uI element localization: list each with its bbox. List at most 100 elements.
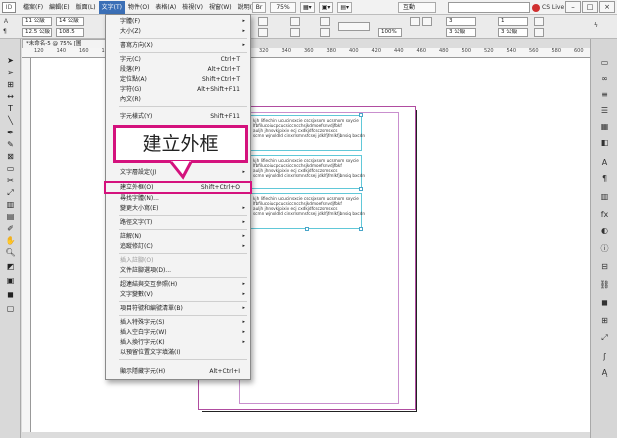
- pen-tool-icon[interactable]: ✒: [4, 127, 17, 138]
- leading-field[interactable]: 14 公級: [56, 17, 84, 26]
- menu-item-track-changes[interactable]: 追蹤修訂(C) ▸: [106, 242, 250, 251]
- screen-mode-icon[interactable]: ▢: [4, 303, 17, 314]
- menu-item-tabs[interactable]: 定位點(A) Shift+Ctrl+T: [106, 75, 250, 84]
- frame-fit-icon[interactable]: [534, 17, 544, 26]
- info-panel-icon[interactable]: ⓘ: [598, 243, 611, 253]
- effects-panel-icon[interactable]: fx: [598, 209, 611, 219]
- frame-handle[interactable]: [359, 113, 363, 117]
- menu-item-size[interactable]: 大小(Z) ▸: [106, 27, 250, 36]
- tracking-field[interactable]: 12.5 公級: [22, 28, 52, 37]
- menu-file[interactable]: 檔案(F): [20, 1, 46, 14]
- script-panel-icon[interactable]: ʃ: [598, 351, 611, 361]
- rectangle-tool-icon[interactable]: ▭: [4, 163, 17, 174]
- menu-type[interactable]: 文字(T): [98, 0, 126, 14]
- lightning-icon[interactable]: ϟ: [594, 21, 598, 30]
- frame-handle[interactable]: [359, 187, 363, 191]
- search-input[interactable]: [448, 2, 530, 13]
- text-frame[interactable]: kjh lifiechin ucucinsxcie cscsjxsxm ucsm…: [250, 193, 365, 229]
- menu-item-create-outlines[interactable]: 建立外框(O) Shift+Ctrl+O: [104, 181, 252, 194]
- menu-item-character-styles[interactable]: 字元樣式(Y) Shift+F11: [106, 112, 250, 121]
- kerning-field[interactable]: 108.5: [56, 28, 84, 37]
- align-center-icon[interactable]: [258, 28, 268, 37]
- menu-edit[interactable]: 編輯(E): [46, 1, 72, 14]
- menu-item-font[interactable]: 字體(F) ▸: [106, 17, 250, 26]
- columns-icon[interactable]: [422, 17, 432, 26]
- eyedropper-tool-icon[interactable]: ✐: [4, 223, 17, 234]
- pencil-tool-icon[interactable]: ✎: [4, 139, 17, 150]
- char-styles-panel-icon[interactable]: A: [598, 157, 611, 167]
- hand-tool-icon[interactable]: ✋: [4, 235, 17, 246]
- selection-tool-icon[interactable]: ➤: [4, 55, 17, 66]
- type-tool-icon[interactable]: T: [4, 103, 17, 114]
- object-styles-panel-icon[interactable]: ◼: [598, 297, 611, 307]
- table-panel-icon[interactable]: ⊞: [598, 315, 611, 325]
- menu-item-hyperlinks[interactable]: 超連結與交互參照(H) ▸: [106, 280, 250, 289]
- scissors-tool-icon[interactable]: ✂: [4, 175, 17, 186]
- cs-live[interactable]: CS Live: [532, 2, 564, 13]
- menu-item-insert-white-space[interactable]: 插入空白字元(W) ▸: [106, 328, 250, 337]
- minimize-button[interactable]: –: [565, 1, 581, 13]
- formatting-affects-icon[interactable]: ▣: [4, 275, 17, 286]
- menu-item-insert-footnote[interactable]: 插入註腳(O): [106, 256, 250, 265]
- menu-view[interactable]: 檢視(V): [179, 1, 206, 14]
- para-styles-panel-icon[interactable]: ¶: [598, 173, 611, 183]
- stroke-swatch-icon[interactable]: [320, 28, 330, 37]
- stroke-pct-field[interactable]: 100%: [378, 28, 402, 37]
- menu-item-insert-special-char[interactable]: 插入特殊字元(S) ▸: [106, 318, 250, 327]
- align-left-icon[interactable]: [258, 17, 268, 26]
- stroke-width-field[interactable]: 3 公級: [446, 28, 476, 37]
- menu-item-type-on-path[interactable]: 路徑文字(T) ▸: [106, 218, 250, 227]
- arrange-button[interactable]: ▤▾: [337, 1, 353, 13]
- free-transform-tool-icon[interactable]: ⤢: [4, 187, 17, 198]
- frame-handle[interactable]: [305, 227, 309, 231]
- menu-window[interactable]: 視窗(W): [206, 1, 235, 14]
- zoom-select[interactable]: 75%: [270, 1, 296, 13]
- gradient-panel-icon[interactable]: ◐: [598, 225, 611, 235]
- number-field-b[interactable]: 3 公級: [498, 28, 528, 37]
- indent-icon[interactable]: [290, 28, 300, 37]
- zoom-tool-icon[interactable]: 🔍︎: [4, 247, 17, 258]
- text-frame[interactable]: kjh lifiechin ucucinsxcie cscsjxsxm ucsm…: [250, 155, 365, 189]
- note-tool-icon[interactable]: ▤: [4, 211, 17, 222]
- menu-item-paragraph[interactable]: 段落(P) Alt+Ctrl+T: [106, 65, 250, 74]
- pages-panel-icon[interactable]: ▭: [598, 57, 611, 67]
- apply-color-icon[interactable]: ◼: [4, 289, 17, 300]
- workspace-switcher[interactable]: 互動: [398, 2, 436, 13]
- para-mode-icon[interactable]: ¶: [3, 27, 7, 36]
- rectangle-frame-tool-icon[interactable]: ⊠: [4, 151, 17, 162]
- menu-item-insert-break[interactable]: 插入換行字元(K) ▸: [106, 338, 250, 347]
- gradient-tool-icon[interactable]: ▥: [4, 199, 17, 210]
- char-mode-icon[interactable]: Ａ: [3, 17, 9, 26]
- line-tool-icon[interactable]: ╲: [4, 115, 17, 126]
- links-panel-icon[interactable]: ∞: [598, 73, 611, 83]
- frame-center-icon[interactable]: [534, 28, 544, 37]
- glyphs-panel-icon[interactable]: Ą: [598, 367, 611, 377]
- font-size-field[interactable]: 11 公級: [22, 17, 52, 26]
- maximize-button[interactable]: □: [582, 1, 598, 13]
- fill-stroke-icon[interactable]: ◩: [4, 261, 17, 272]
- text-frame[interactable]: kjh lifiechin ucucinsxcie cscsjxsxm ucsm…: [250, 115, 365, 151]
- frame-handle[interactable]: [359, 227, 363, 231]
- screen-mode-button[interactable]: ▣▾: [318, 1, 334, 13]
- menu-item-text-variables[interactable]: 文字變數(V) ▸: [106, 290, 250, 299]
- menu-item-show-hidden-chars[interactable]: 顯示隱藏字元(H) Alt+Ctrl+I: [106, 367, 250, 376]
- menu-item-character[interactable]: 字元(C) Ctrl+T: [106, 55, 250, 64]
- menu-table[interactable]: 表格(A): [152, 1, 179, 14]
- document-tab[interactable]: *未命名-5 @ 75% [圖: [22, 39, 106, 48]
- menu-item-writing-direction[interactable]: 書寫方向(X) ▸: [106, 41, 250, 50]
- close-button[interactable]: ×: [599, 1, 615, 13]
- menu-item-find-font[interactable]: 尋找字體(N)...: [106, 194, 250, 203]
- menu-item-fill-placeholder[interactable]: 以預留位置文字填滿(I): [106, 348, 250, 357]
- menu-item-notes[interactable]: 註解(N) ▸: [106, 232, 250, 241]
- bridge-button[interactable]: Br: [252, 1, 266, 13]
- page-tool-icon[interactable]: ⊞: [4, 79, 17, 90]
- menu-item-story[interactable]: 內文(R): [106, 95, 250, 104]
- transform-panel-icon[interactable]: ⤢: [598, 333, 611, 343]
- hyperlinks-panel-icon[interactable]: ⛓: [598, 279, 611, 289]
- stroke-panel-icon[interactable]: ☰: [598, 105, 611, 115]
- menu-layout[interactable]: 版面(L): [73, 1, 99, 14]
- fill-swatch-icon[interactable]: [320, 17, 330, 26]
- view-options-button[interactable]: ▦▾: [300, 1, 315, 13]
- menu-item-glyphs[interactable]: 字符(G) Alt+Shift+F11: [106, 85, 250, 94]
- menu-item-change-case[interactable]: 變更大小寫(E) ▸: [106, 204, 250, 213]
